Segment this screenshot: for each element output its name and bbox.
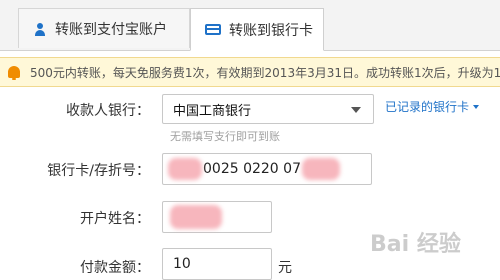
bank-label: 收款人银行： xyxy=(66,103,150,119)
card-number-value: 0025 0220 07 xyxy=(203,161,301,177)
redaction-mark xyxy=(168,158,202,180)
notice-text: 500元内转账，每天免服务费1次，有效期到2013年3月31日。成功转账1次后，… xyxy=(30,65,500,80)
redaction-mark xyxy=(170,205,222,229)
tab-to-bank-card-label: 转账到银行卡 xyxy=(229,22,313,39)
amount-field[interactable]: 10 xyxy=(162,248,272,280)
chevron-down-icon xyxy=(351,107,361,113)
transfer-tab-bar: 转账到支付宝账户 转账到银行卡 xyxy=(0,0,500,51)
card-number-label: 银行卡/存折号： xyxy=(47,163,150,179)
amount-unit: 元 xyxy=(278,260,292,276)
tab-to-bank-card[interactable]: 转账到银行卡 xyxy=(190,8,324,51)
account-name-label: 开户姓名： xyxy=(80,211,150,227)
tab-to-alipay[interactable]: 转账到支付宝账户 xyxy=(18,8,190,48)
saved-cards-link[interactable]: 已记录的银行卡 xyxy=(385,98,480,115)
card-icon xyxy=(205,24,221,35)
bank-hint: 无需填写支行即可到账 xyxy=(170,130,280,143)
bank-select-value: 中国工商银行 xyxy=(173,103,252,119)
promo-notice: 500元内转账，每天免服务费1次，有效期到2013年3月31日。成功转账1次后，… xyxy=(0,57,500,87)
redaction-mark xyxy=(302,158,340,180)
chevron-down-icon xyxy=(473,104,480,109)
bank-select[interactable]: 中国工商银行 xyxy=(162,94,374,124)
amount-value: 10 xyxy=(173,256,191,272)
tab-to-alipay-label: 转账到支付宝账户 xyxy=(55,21,167,38)
user-icon xyxy=(33,22,47,36)
bell-icon xyxy=(8,66,20,80)
baidu-watermark: Bai 经验 xyxy=(370,232,461,257)
saved-cards-label: 已记录的银行卡 xyxy=(385,100,470,114)
amount-label: 付款金额： xyxy=(80,260,150,276)
